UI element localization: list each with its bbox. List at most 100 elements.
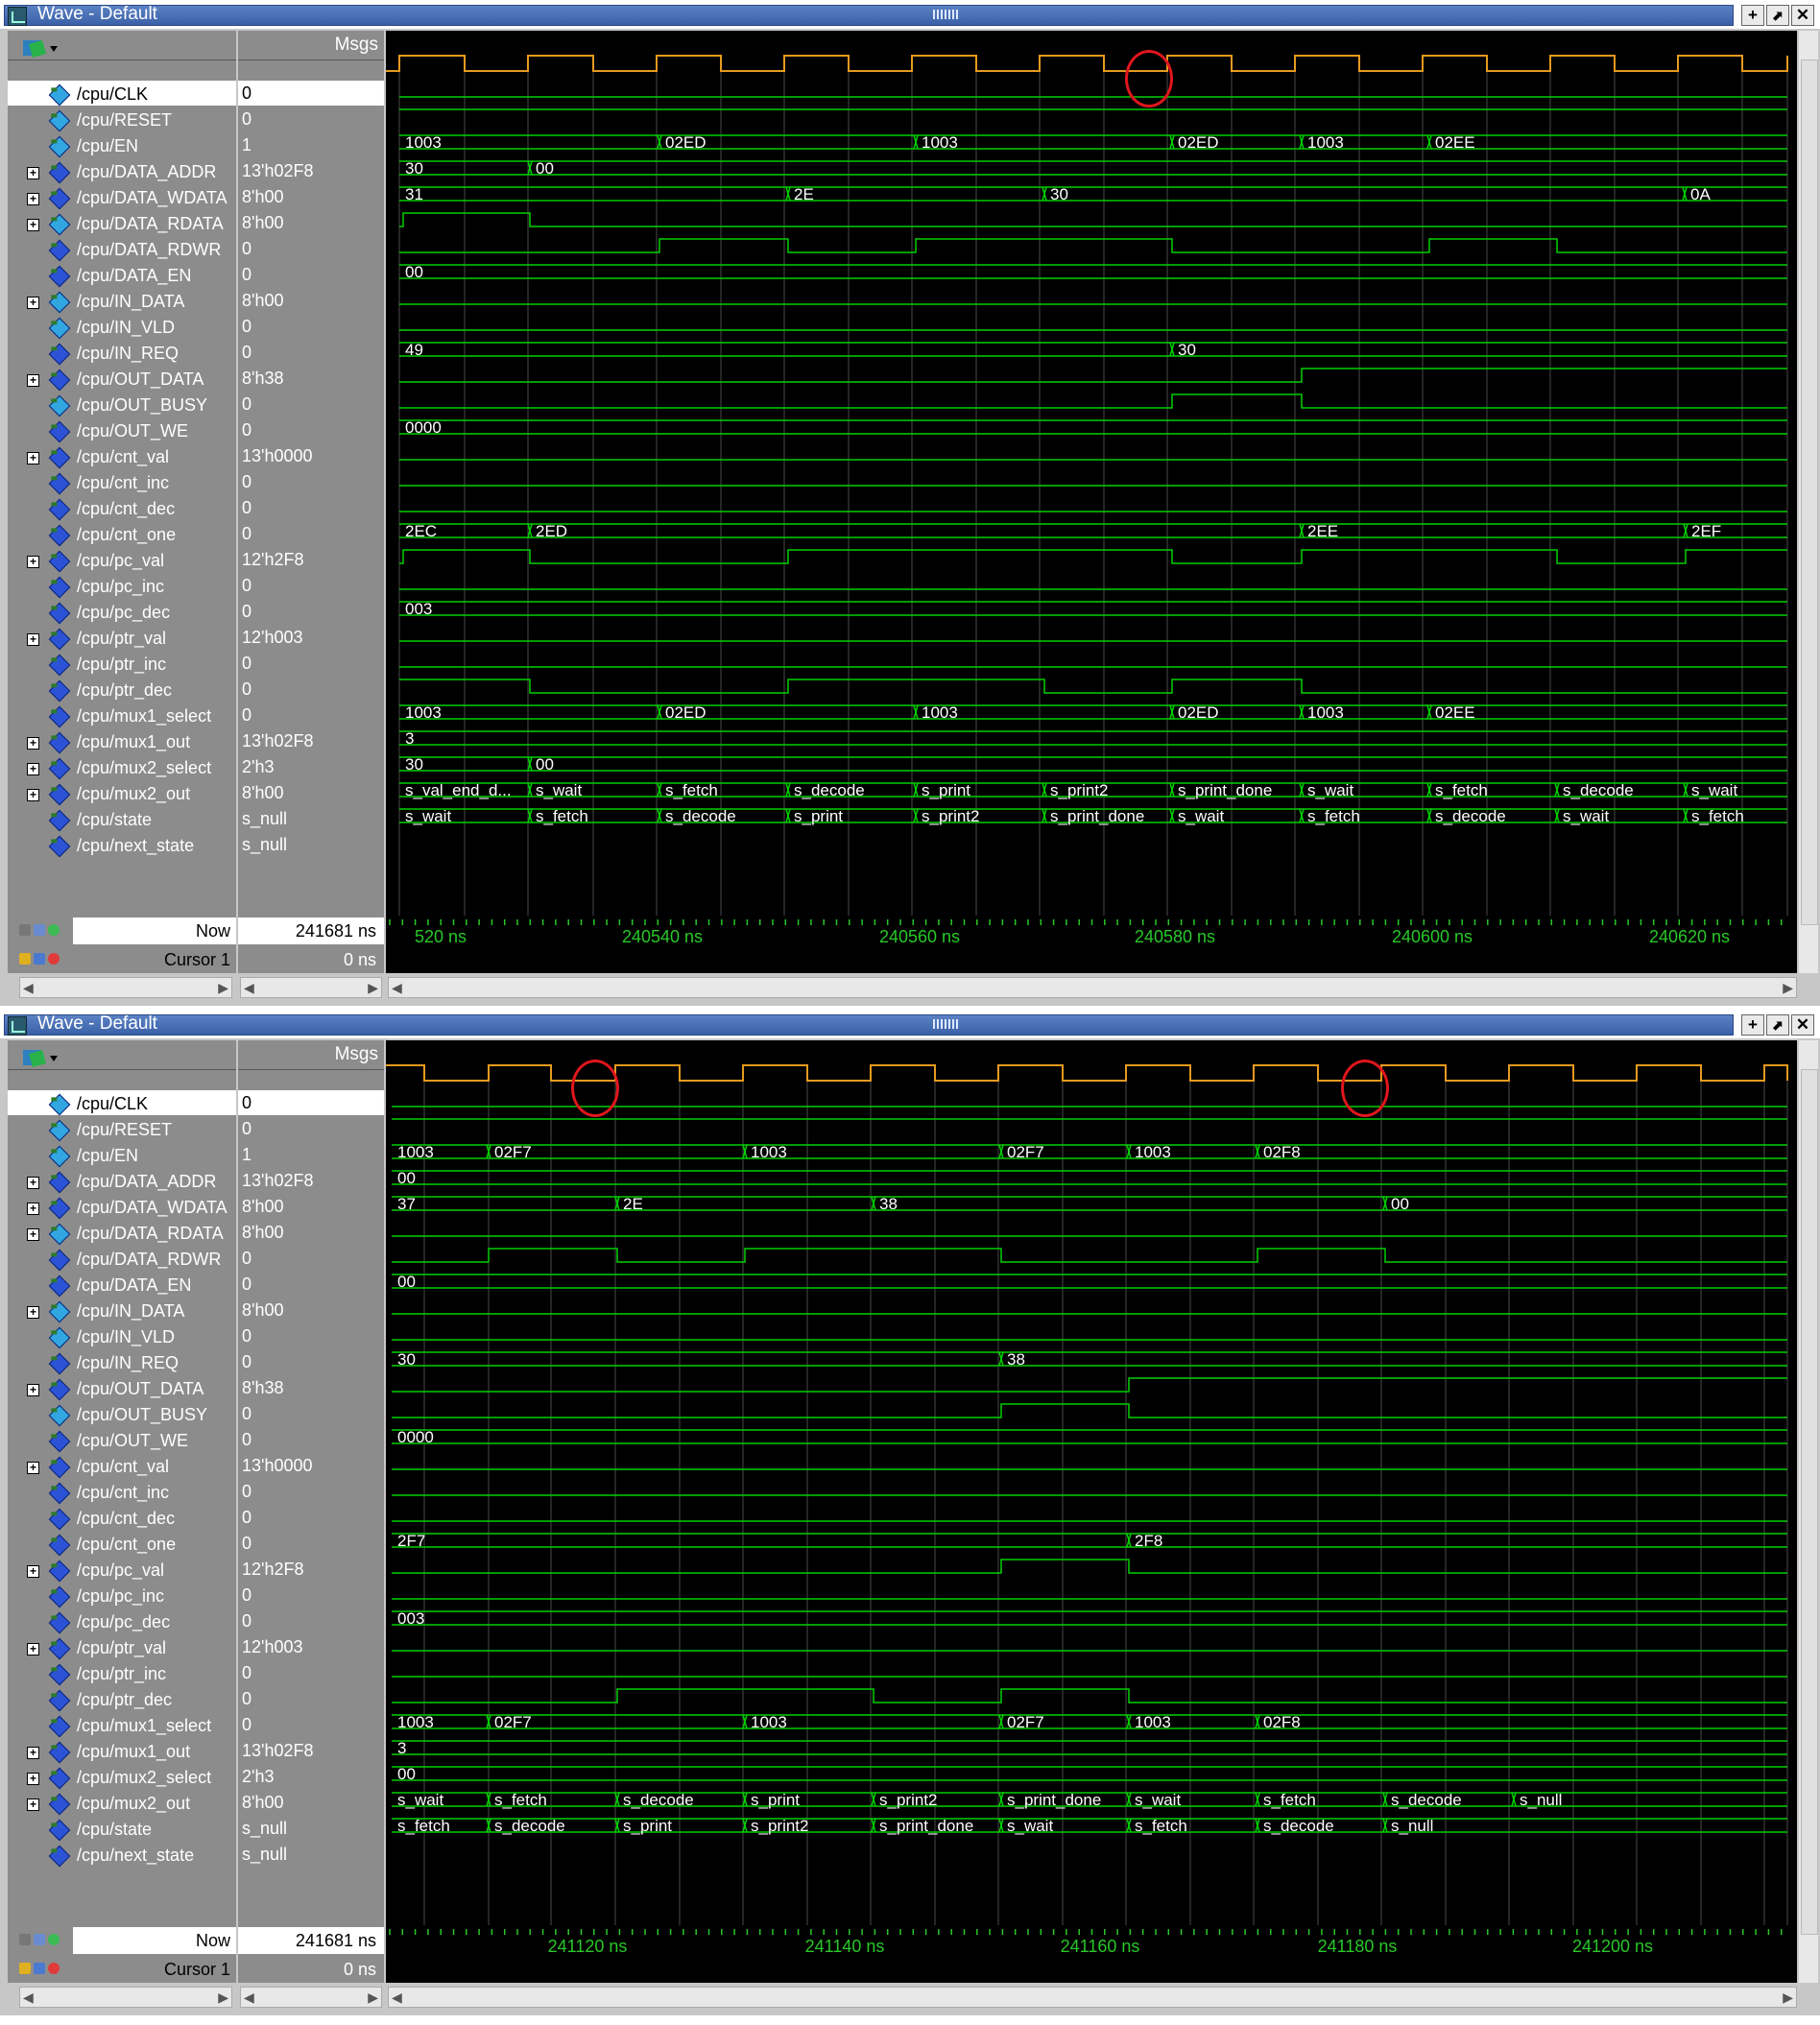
signal-row-cnt-inc[interactable]: /cpu/cnt_inc	[8, 1481, 236, 1507]
title-bar[interactable]: Wave - Default + ⬈ ✕	[0, 0, 1820, 29]
undock-button[interactable]: ⬈	[1766, 1014, 1789, 1036]
signal-row-mux2-out[interactable]: + /cpu/mux2_out	[8, 782, 236, 808]
signal-row-mux1-out[interactable]: + /cpu/mux1_out	[8, 730, 236, 756]
scroll-right-icon[interactable]: ▶	[218, 1989, 228, 2006]
expand-icon[interactable]: +	[27, 1773, 39, 1785]
wave-hscrollbar[interactable]: ◀ ▶	[388, 1987, 1797, 2008]
close-icon[interactable]: ✕	[1791, 5, 1814, 26]
scroll-right-icon[interactable]: ▶	[1783, 980, 1793, 996]
signal-row-data-wdata[interactable]: + /cpu/DATA_WDATA	[8, 186, 236, 212]
title-bar[interactable]: Wave - Default + ⬈ ✕	[0, 1010, 1820, 1038]
expand-icon[interactable]: +	[27, 737, 39, 750]
signal-row-out-data[interactable]: + /cpu/OUT_DATA	[8, 368, 236, 393]
signal-row-state[interactable]: /cpu/state	[8, 808, 236, 834]
undock-button[interactable]: ⬈	[1766, 5, 1789, 26]
signal-row-pc-val[interactable]: + /cpu/pc_val	[8, 549, 236, 575]
signal-row-clk[interactable]: /cpu/CLK	[8, 81, 236, 108]
signal-row-mux2-select[interactable]: + /cpu/mux2_select	[8, 756, 236, 782]
expand-icon[interactable]: +	[27, 1799, 39, 1811]
expand-icon[interactable]: +	[27, 1228, 39, 1241]
waveform-svg[interactable]: 1003 02F7 1003 02F7 1003 02F80037 2E 38 000030 38…	[386, 1040, 1797, 1925]
expand-icon[interactable]: +	[27, 556, 39, 568]
scrollbar-thumb[interactable]	[1801, 1069, 1818, 1935]
signal-row-reset[interactable]: /cpu/RESET	[8, 108, 236, 134]
signal-row-out-busy[interactable]: /cpu/OUT_BUSY	[8, 393, 236, 419]
signal-row-cnt-val[interactable]: + /cpu/cnt_val	[8, 1455, 236, 1481]
expand-icon[interactable]: +	[27, 633, 39, 646]
scroll-right-icon[interactable]: ▶	[368, 1989, 378, 2006]
signal-row-cnt-dec[interactable]: /cpu/cnt_dec	[8, 1507, 236, 1533]
expand-icon[interactable]: +	[27, 1384, 39, 1396]
wave-toolbar-icon[interactable]	[21, 36, 60, 60]
expand-icon[interactable]: +	[27, 1177, 39, 1189]
signal-row-ptr-dec[interactable]: /cpu/ptr_dec	[8, 1688, 236, 1714]
signal-row-out-data[interactable]: + /cpu/OUT_DATA	[8, 1377, 236, 1403]
signal-row-ptr-val[interactable]: + /cpu/ptr_val	[8, 627, 236, 653]
signal-row-cnt-one[interactable]: /cpu/cnt_one	[8, 1533, 236, 1559]
cursor-toolbar-icons[interactable]	[19, 952, 67, 969]
expand-icon[interactable]: +	[27, 297, 39, 309]
names-hscrollbar[interactable]: ◀ ▶	[19, 1987, 232, 2008]
now-toolbar-icons[interactable]	[19, 1933, 67, 1950]
signal-row-out-busy[interactable]: /cpu/OUT_BUSY	[8, 1403, 236, 1429]
scroll-right-icon[interactable]: ▶	[218, 980, 228, 996]
scroll-left-icon[interactable]: ◀	[23, 1989, 34, 2006]
expand-icon[interactable]: +	[27, 193, 39, 205]
expand-icon[interactable]: +	[27, 1462, 39, 1474]
expand-icon[interactable]: +	[27, 1643, 39, 1656]
expand-icon[interactable]: +	[27, 374, 39, 387]
signal-row-pc-inc[interactable]: /cpu/pc_inc	[8, 1584, 236, 1610]
signal-row-state[interactable]: /cpu/state	[8, 1818, 236, 1844]
signal-row-in-vld[interactable]: /cpu/IN_VLD	[8, 316, 236, 342]
add-pane-button[interactable]: +	[1741, 1014, 1764, 1036]
expand-icon[interactable]: +	[27, 1747, 39, 1759]
signal-row-in-req[interactable]: /cpu/IN_REQ	[8, 1351, 236, 1377]
scroll-right-icon[interactable]: ▶	[1783, 1989, 1793, 2006]
signal-row-in-data[interactable]: + /cpu/IN_DATA	[8, 290, 236, 316]
values-hscrollbar[interactable]: ◀ ▶	[240, 977, 382, 998]
waveform-canvas[interactable]: 1003 02ED 1003 02ED 1003 02EE 30 00 31 2E 30 0A 00 49…	[386, 31, 1797, 973]
signal-row-clk[interactable]: /cpu/CLK	[8, 1090, 236, 1118]
signal-row-data-addr[interactable]: + /cpu/DATA_ADDR	[8, 1170, 236, 1196]
names-hscrollbar[interactable]: ◀ ▶	[19, 977, 232, 998]
timeline[interactable]: 520 ns 240540 ns 240560 ns 240580 ns 240600 …	[386, 916, 1797, 973]
signal-row-data-rdwr[interactable]: /cpu/DATA_RDWR	[8, 1248, 236, 1274]
signal-row-in-vld[interactable]: /cpu/IN_VLD	[8, 1325, 236, 1351]
signal-row-data-rdata[interactable]: + /cpu/DATA_RDATA	[8, 1222, 236, 1248]
signal-row-cnt-dec[interactable]: /cpu/cnt_dec	[8, 497, 236, 523]
signal-row-out-we[interactable]: /cpu/OUT_WE	[8, 419, 236, 445]
scrollbar-thumb[interactable]	[1801, 60, 1818, 925]
signal-row-mux1-select[interactable]: /cpu/mux1_select	[8, 1714, 236, 1740]
scroll-left-icon[interactable]: ◀	[392, 1989, 402, 2006]
signal-row-data-en[interactable]: /cpu/DATA_EN	[8, 1274, 236, 1299]
expand-icon[interactable]: +	[27, 167, 39, 179]
wave-hscrollbar[interactable]: ◀ ▶	[388, 977, 1797, 998]
signal-row-reset[interactable]: /cpu/RESET	[8, 1118, 236, 1144]
signal-row-data-rdwr[interactable]: /cpu/DATA_RDWR	[8, 238, 236, 264]
signal-row-in-data[interactable]: + /cpu/IN_DATA	[8, 1299, 236, 1325]
signal-row-en[interactable]: /cpu/EN	[8, 1144, 236, 1170]
scroll-left-icon[interactable]: ◀	[392, 980, 402, 996]
drag-grip-icon[interactable]	[933, 1019, 960, 1029]
signal-row-ptr-val[interactable]: + /cpu/ptr_val	[8, 1636, 236, 1662]
values-hscrollbar[interactable]: ◀ ▶	[240, 1987, 382, 2008]
signal-row-cnt-val[interactable]: + /cpu/cnt_val	[8, 445, 236, 471]
signal-row-ptr-inc[interactable]: /cpu/ptr_inc	[8, 1662, 236, 1688]
signal-row-ptr-dec[interactable]: /cpu/ptr_dec	[8, 679, 236, 704]
expand-icon[interactable]: +	[27, 1565, 39, 1578]
signal-row-next-state[interactable]: /cpu/next_state	[8, 834, 236, 860]
cursor-toolbar-icons[interactable]	[19, 1962, 67, 1979]
scroll-left-icon[interactable]: ◀	[244, 1989, 254, 2006]
signal-row-mux1-out[interactable]: + /cpu/mux1_out	[8, 1740, 236, 1766]
signal-row-mux2-select[interactable]: + /cpu/mux2_select	[8, 1766, 236, 1792]
signal-row-ptr-inc[interactable]: /cpu/ptr_inc	[8, 653, 236, 679]
timeline[interactable]: 241120 ns 241140 ns 241160 ns 241180 ns 2412…	[386, 1925, 1797, 1983]
signal-row-next-state[interactable]: /cpu/next_state	[8, 1844, 236, 1870]
signal-row-data-addr[interactable]: + /cpu/DATA_ADDR	[8, 160, 236, 186]
signal-row-pc-inc[interactable]: /cpu/pc_inc	[8, 575, 236, 601]
now-toolbar-icons[interactable]	[19, 923, 67, 941]
vertical-scrollbar[interactable]	[1799, 31, 1818, 973]
signal-row-pc-dec[interactable]: /cpu/pc_dec	[8, 1610, 236, 1636]
vertical-scrollbar[interactable]	[1799, 1040, 1818, 1983]
signal-row-in-req[interactable]: /cpu/IN_REQ	[8, 342, 236, 368]
